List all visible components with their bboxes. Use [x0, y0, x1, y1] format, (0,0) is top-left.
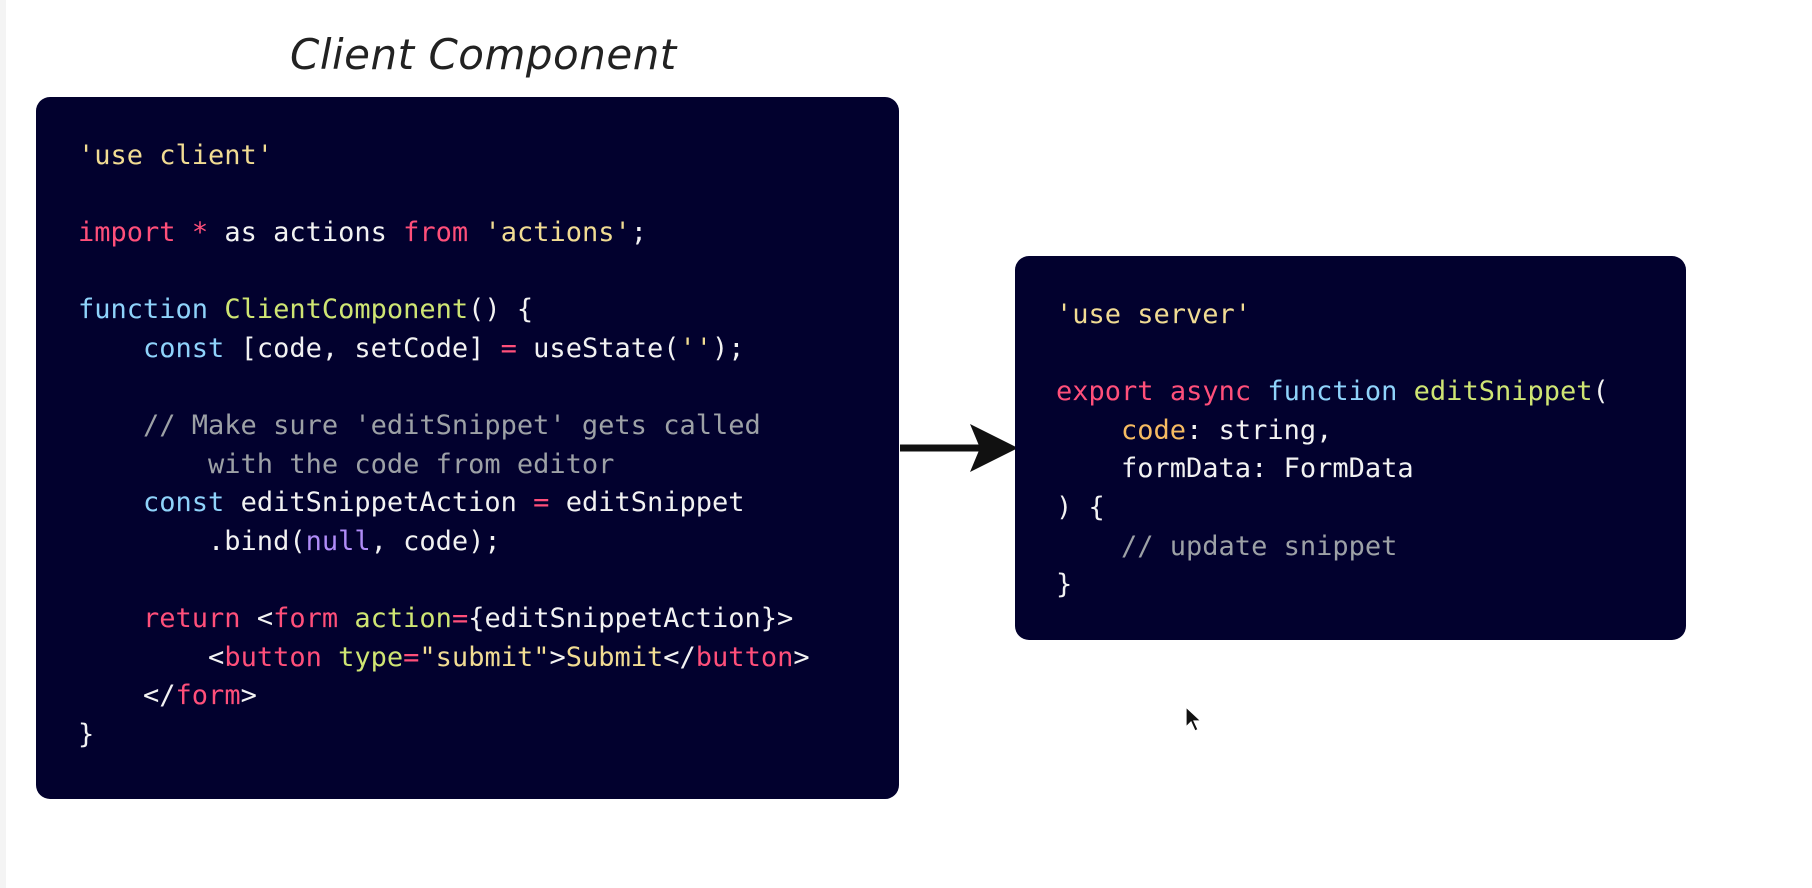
code-token: *	[191, 217, 209, 249]
code-token: }	[78, 718, 95, 750]
code-token: const	[143, 487, 225, 519]
code-line: ) {	[1056, 489, 1686, 528]
code-token: editSnippetAction	[224, 487, 534, 519]
code-line: 'use client'	[78, 137, 899, 176]
code-line: 'use server'	[1056, 296, 1686, 335]
server-action-code-panel: 'use server' export async function editSn…	[1015, 256, 1686, 640]
code-line: // Make sure 'editSnippet' gets called	[78, 407, 899, 446]
code-token: 'use server'	[1056, 299, 1252, 330]
code-token: <	[78, 641, 225, 673]
code-token: >	[240, 680, 257, 712]
code-token: Submit	[565, 641, 664, 673]
code-token: editSnippet	[1413, 376, 1593, 408]
code-line: .bind(null, code);	[78, 523, 899, 562]
code-line: <button type="submit">Submit</button>	[78, 639, 899, 678]
code-line: }	[1056, 566, 1686, 605]
code-token: // update snippet	[1056, 530, 1398, 562]
diagram-title: Client Component	[290, 30, 677, 79]
code-token: code	[1121, 414, 1187, 446]
code-token: =	[533, 487, 550, 519]
code-token: }	[1056, 569, 1073, 601]
code-line: return <form action={editSnippetAction}>	[78, 600, 899, 639]
code-token: =	[451, 603, 469, 635]
code-token: form	[273, 603, 339, 635]
code-token: formData: FormData	[1056, 453, 1414, 485]
code-token: form	[175, 680, 241, 712]
window-edge	[0, 0, 6, 888]
code-line: const editSnippetAction = editSnippet	[78, 484, 899, 523]
code-line: import * as actions from 'actions';	[78, 214, 899, 253]
code-line: const [code, setCode] = useState('');	[78, 330, 899, 369]
code-line: // update snippet	[1056, 528, 1686, 567]
code-token: () {	[468, 294, 534, 326]
code-token: useState(	[516, 332, 680, 364]
code-token: >	[549, 641, 566, 673]
code-token: <	[240, 603, 274, 635]
code-token: "submit"	[419, 641, 550, 673]
code-token: editSnippet	[549, 487, 745, 519]
code-token: button	[695, 641, 794, 673]
code-token: {editSnippetAction}>	[468, 603, 794, 635]
code-token: : string,	[1186, 414, 1333, 446]
code-token: (	[1592, 376, 1609, 408]
code-token: as actions	[208, 217, 404, 249]
code-line: export async function editSnippet(	[1056, 373, 1686, 412]
arrow-right-icon	[900, 424, 1018, 472]
code-token: type	[338, 641, 404, 673]
code-line: formData: FormData	[1056, 450, 1686, 489]
code-token: const	[143, 332, 225, 364]
code-token: .bind(	[78, 525, 306, 557]
mouse-pointer-icon	[1185, 706, 1203, 732]
code-token: action	[354, 603, 452, 635]
code-token: );	[712, 332, 745, 364]
code-line: code: string,	[1056, 412, 1686, 451]
code-line: with the code from editor	[78, 446, 899, 485]
code-line: function ClientComponent() {	[78, 291, 899, 330]
code-token: ;	[630, 217, 648, 249]
code-token: </	[78, 680, 176, 712]
code-token: with the code from editor	[78, 448, 615, 480]
code-token: , code);	[370, 525, 501, 557]
code-token: // Make sure 'editSnippet' gets called	[78, 410, 761, 442]
code-token: =	[500, 332, 517, 364]
code-token: >	[793, 641, 810, 673]
code-token: return	[143, 603, 241, 635]
code-token: ''	[679, 332, 712, 364]
code-token: 'actions'	[484, 217, 631, 249]
code-line: }	[78, 716, 899, 755]
code-token: =	[403, 641, 420, 673]
code-token: import	[78, 217, 176, 249]
code-token: from	[403, 217, 469, 249]
code-token: async	[1169, 376, 1252, 408]
code-token: null	[305, 525, 371, 557]
code-token: export	[1056, 376, 1154, 408]
code-token: function	[1267, 376, 1398, 408]
code-token: 'use client'	[78, 140, 274, 171]
code-token: </	[663, 641, 696, 673]
client-component-code-panel: 'use client' import * as actions from 'ac…	[36, 97, 899, 799]
code-token: ) {	[1056, 491, 1105, 523]
code-line: </form>	[78, 677, 899, 716]
code-token: [code, setCode]	[224, 332, 501, 364]
code-token: ClientComponent	[224, 294, 469, 326]
code-token: function	[78, 294, 209, 326]
code-token: button	[224, 641, 322, 673]
